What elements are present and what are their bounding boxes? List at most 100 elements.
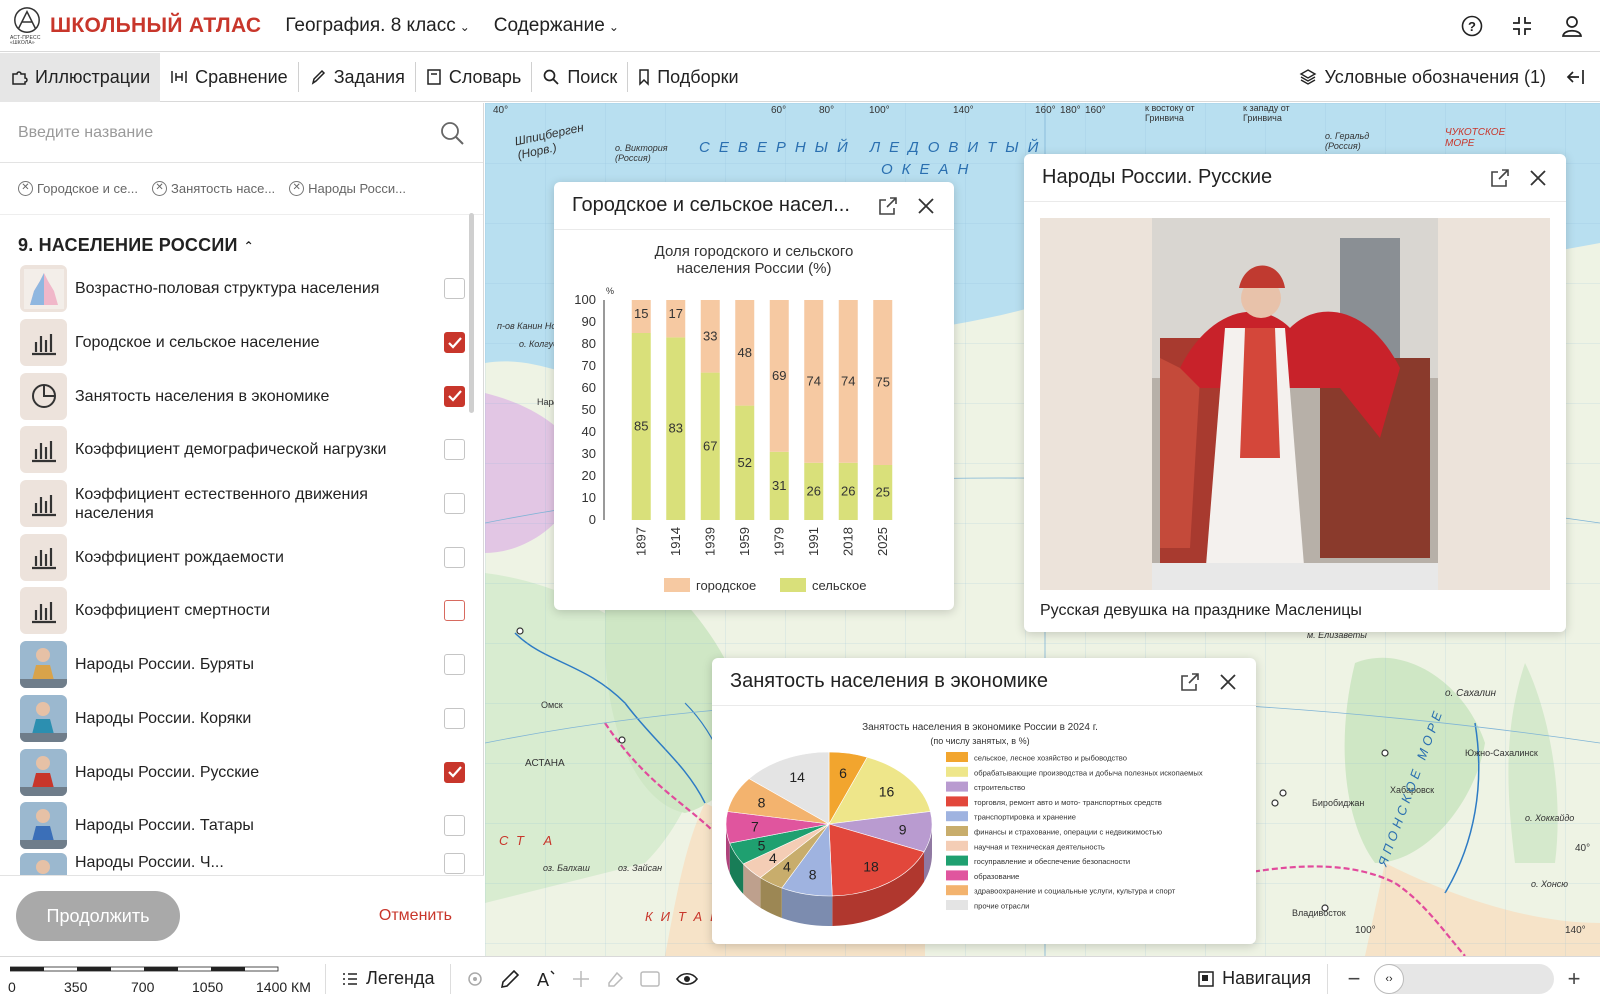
open-external-icon[interactable]	[1488, 166, 1512, 190]
close-icon[interactable]	[1526, 166, 1550, 190]
checkbox[interactable]	[444, 761, 465, 783]
list-item[interactable]: Коэффициент рождаемости	[20, 530, 465, 584]
list-item[interactable]: Коэффициент смертности	[20, 584, 465, 638]
map-label-ocean: ОКЕАН	[881, 161, 978, 178]
zoom-slider[interactable]: ‹›	[1374, 963, 1554, 994]
legend-swatch	[946, 855, 968, 866]
open-external-icon[interactable]	[1178, 670, 1202, 694]
checkbox[interactable]	[444, 654, 465, 676]
checkbox[interactable]	[444, 439, 465, 461]
user-icon[interactable]	[1560, 14, 1584, 38]
tab-search-label: Поиск	[567, 66, 618, 87]
legend-swatch	[946, 840, 968, 851]
tab-collections[interactable]: Подборки	[628, 53, 748, 102]
city-marker[interactable]	[516, 627, 524, 635]
collapse-icon[interactable]	[1510, 14, 1534, 38]
continue-button[interactable]: Продолжить	[16, 891, 180, 941]
checkbox[interactable]	[444, 852, 465, 874]
maslenitsa-photo[interactable]	[1040, 218, 1550, 590]
locate-icon[interactable]	[465, 969, 485, 989]
city-marker[interactable]	[618, 736, 626, 744]
city-marker[interactable]	[1381, 749, 1389, 757]
legend-toggle[interactable]: Условные обозначения (1)	[1299, 67, 1546, 88]
list-item[interactable]: Народы России. Татары	[20, 799, 465, 853]
chart-title-line-2: населения России (%)	[677, 260, 832, 277]
chip[interactable]: ✕ Занятость насе...	[152, 181, 275, 196]
eraser-icon[interactable]	[605, 969, 625, 989]
map-label-gerald: о. Геральд (Россия)	[1325, 131, 1370, 151]
chevron-down-icon: ⌄	[608, 19, 619, 34]
chart-window-urban-rural: Городское и сельское насел... Доля город…	[554, 182, 954, 610]
tab-dictionary[interactable]: Словарь	[416, 53, 531, 102]
text-tool-icon[interactable]: A	[535, 968, 557, 990]
legend-label: обрабатывающие производства и добыча пол…	[974, 768, 1203, 777]
section-header[interactable]: 9. НАСЕЛЕНИЕ РОССИИ ⌃	[0, 215, 483, 262]
checkbox[interactable]	[444, 815, 465, 837]
chart-window-employment: Занятость населения в экономике Занятост…	[712, 658, 1256, 944]
close-icon[interactable]: ✕	[289, 181, 305, 196]
pie-data-label: 9	[899, 822, 907, 838]
zoom-in-button[interactable]: +	[1560, 965, 1588, 993]
search-icon[interactable]	[439, 120, 465, 146]
pie-data-label: 6	[839, 765, 847, 781]
map-label-balhash: оз. Балхаш	[543, 863, 590, 873]
window-header[interactable]: Народы России. Русские	[1024, 154, 1566, 202]
pen-icon[interactable]	[499, 968, 521, 990]
tab-tasks[interactable]: Задания	[299, 53, 415, 102]
help-icon[interactable]: ?	[1460, 14, 1484, 38]
zoom-control: − ‹› +	[1340, 963, 1588, 994]
logo[interactable]: АСТ-ПРЕСС «ШКОЛА» ШКОЛЬНЫЙ АТЛАС	[10, 6, 261, 46]
checkbox[interactable]	[444, 707, 465, 729]
tab-illustrations[interactable]: Иллюстрации	[0, 52, 161, 102]
checkbox[interactable]	[444, 278, 465, 300]
close-icon[interactable]	[914, 194, 938, 218]
search-input[interactable]	[18, 123, 439, 142]
checkbox[interactable]	[444, 332, 465, 354]
checkbox[interactable]	[444, 493, 465, 515]
list-item[interactable]: Коэффициент демографической нагрузки	[20, 423, 465, 477]
list-item[interactable]: Коэффициент естественного движения насел…	[20, 477, 465, 531]
cancel-button[interactable]: Отменить	[379, 907, 452, 925]
city-marker[interactable]	[1279, 789, 1287, 797]
legend-swatch	[946, 900, 968, 910]
window-header[interactable]: Занятость населения в экономике	[712, 658, 1256, 706]
scrollbar[interactable]	[469, 213, 474, 413]
close-icon[interactable]: ✕	[18, 181, 33, 196]
zoom-slider-handle[interactable]: ‹›	[1374, 963, 1404, 994]
collapse-panel-icon[interactable]	[1566, 68, 1586, 86]
frame-icon[interactable]	[639, 969, 661, 989]
list-item[interactable]: Народы России. Буряты	[20, 638, 465, 692]
tab-compare[interactable]: Сравнение	[160, 53, 298, 102]
eye-icon[interactable]	[675, 969, 699, 989]
checkbox[interactable]	[444, 600, 465, 622]
pie-data-label: 14	[789, 769, 805, 785]
move-icon[interactable]	[571, 969, 591, 989]
checkbox[interactable]	[444, 546, 465, 568]
list-item[interactable]: Народы России. Ч...	[20, 852, 465, 875]
close-icon[interactable]	[1216, 670, 1240, 694]
list-item[interactable]: Возрастно-половая структура населения	[20, 262, 465, 316]
subject-dropdown[interactable]: География. 8 класс ⌄	[285, 15, 469, 37]
content-dropdown[interactable]: Содержание ⌄	[494, 15, 619, 37]
bar-chart-icon	[20, 480, 67, 528]
tab-search[interactable]: Поиск	[532, 53, 627, 102]
close-icon[interactable]: ✕	[152, 181, 168, 196]
list-item[interactable]: Занятость населения в экономике	[20, 369, 465, 423]
zoom-out-button[interactable]: −	[1340, 965, 1368, 993]
city-marker[interactable]	[1271, 799, 1279, 807]
list-item-label: Народы России. Буряты	[75, 656, 254, 674]
legend-button-label: Легенда	[366, 968, 435, 988]
legend-button[interactable]: Легенда	[325, 963, 452, 994]
list-item[interactable]: Народы России. Русские	[20, 745, 465, 799]
open-external-icon[interactable]	[876, 194, 900, 218]
list-item[interactable]: Городское и сельское население	[20, 316, 465, 370]
window-header[interactable]: Городское и сельское насел...	[554, 182, 954, 230]
chip[interactable]: ✕ Народы Росси...	[289, 181, 406, 196]
list-item[interactable]: Народы России. Коряки	[20, 692, 465, 746]
navigation-button[interactable]: Навигация	[1198, 963, 1328, 994]
longitude-label: 140°	[953, 105, 974, 116]
longitude-label: 160°	[1085, 105, 1106, 116]
pie-plot: 61691884457814	[725, 751, 933, 926]
chip[interactable]: ✕ Городское и се...	[18, 181, 138, 196]
checkbox[interactable]	[444, 385, 465, 407]
